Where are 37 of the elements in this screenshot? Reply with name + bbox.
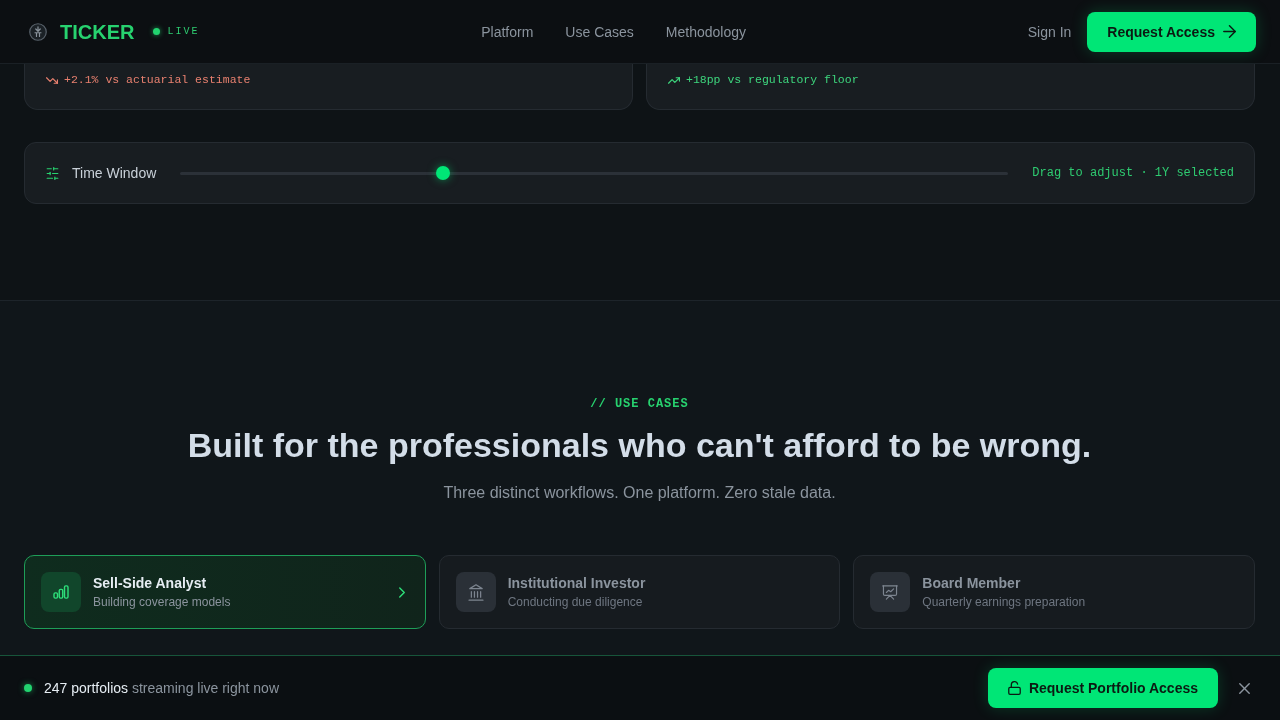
delta-text: +2.1% vs actuarial estimate <box>64 72 251 88</box>
bank-building-icon <box>467 583 484 601</box>
sign-in-link[interactable]: Sign In <box>1027 22 1072 41</box>
close-icon <box>1239 682 1250 694</box>
live-status-text: 247 portfolios streaming live right now <box>44 679 279 697</box>
use-case-card[interactable]: Sell-Side Analyst Building coverage models <box>24 555 426 629</box>
delta-text: +18pp vs regulatory floor <box>686 72 859 88</box>
card-title: Sell-Side Analyst <box>93 574 207 592</box>
nav-link[interactable]: Platform <box>481 22 534 41</box>
card-subtitle: Building coverage models <box>93 594 231 610</box>
sliders-icon <box>46 166 59 180</box>
slider-hint: Drag to adjust · 1Y selected <box>1032 165 1234 181</box>
unlocked-padlock-icon <box>1007 681 1021 695</box>
card-title: Board Member <box>922 574 1021 592</box>
nav-link[interactable]: Use Cases <box>565 22 634 41</box>
section-eyebrow: // USE CASES <box>590 396 689 412</box>
slider-label: Time Window <box>72 164 157 182</box>
close-button[interactable] <box>1239 682 1250 694</box>
status-dot-icon <box>153 28 161 35</box>
request-access-button[interactable]: Request Access <box>1087 11 1256 52</box>
live-dot-icon <box>24 684 32 692</box>
brand-name: TICKER <box>60 19 135 44</box>
card-subtitle: Conducting due diligence <box>507 594 643 610</box>
use-case-card[interactable]: Institutional Investor Conducting due diligence <box>438 555 841 629</box>
request-portfolio-access-button[interactable]: Request Portfolio Access <box>987 668 1218 708</box>
bar-chart-icon <box>53 585 69 599</box>
section-subtitle: Three distinct workflows. One platform. Zero stale data. <box>443 483 836 503</box>
slider-thumb[interactable] <box>435 166 450 180</box>
presentation-chart-icon <box>882 584 899 600</box>
section-heading: Built for the professionals who can't afford to be wrong. <box>187 425 1092 466</box>
use-case-card[interactable]: Board Member Quarterly earnings preparation <box>853 555 1255 629</box>
logo-icon <box>29 22 47 41</box>
card-subtitle: Quarterly earnings preparation <box>922 594 1086 610</box>
live-label: LIVE <box>167 25 200 38</box>
card-title: Institutional Investor <box>507 574 646 592</box>
chevron-right-icon <box>398 586 405 598</box>
nav-link[interactable]: Methodology <box>665 22 746 41</box>
